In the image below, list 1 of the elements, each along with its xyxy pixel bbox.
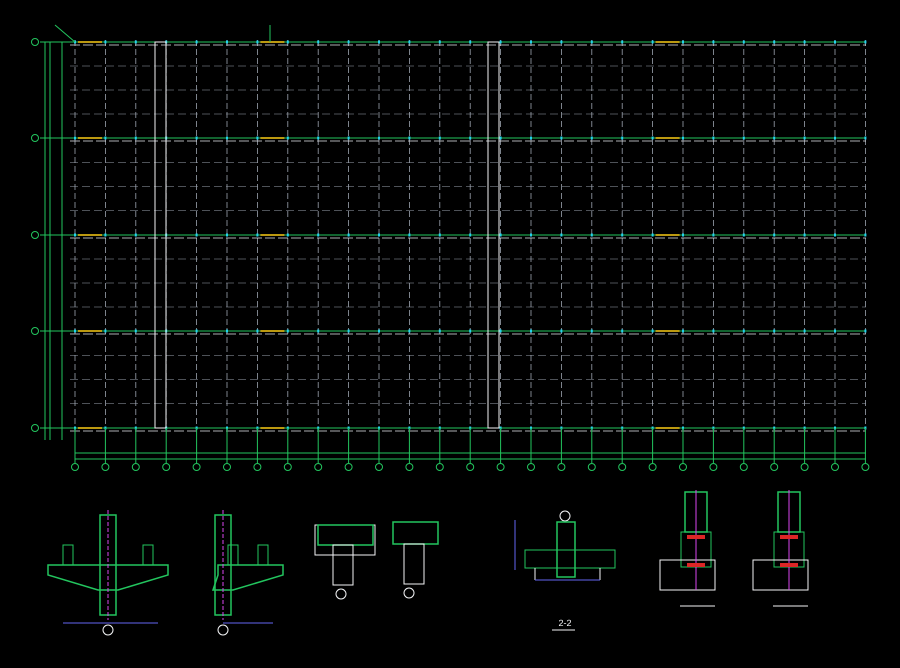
section-label: 2-2 bbox=[558, 618, 572, 628]
